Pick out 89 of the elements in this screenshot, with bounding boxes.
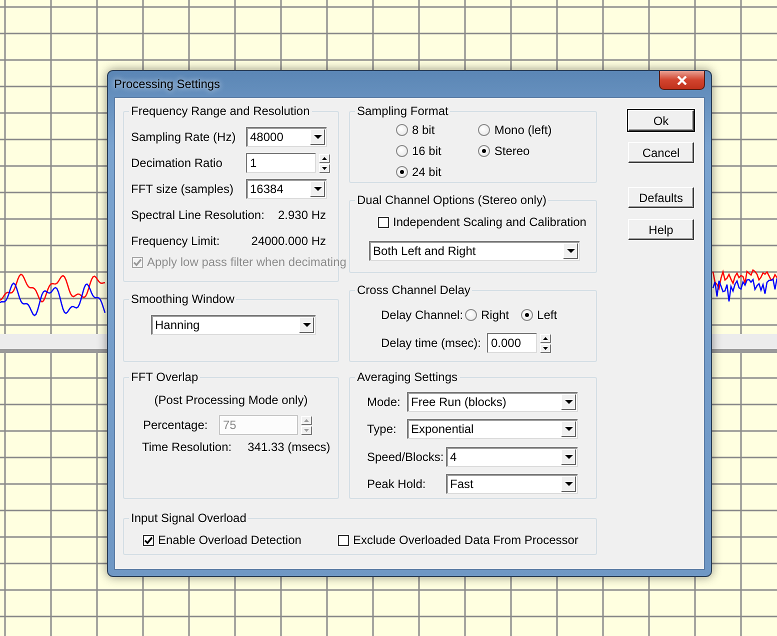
dropdown-button[interactable] bbox=[561, 394, 576, 410]
spin-up-button[interactable] bbox=[540, 334, 551, 342]
caret-icon bbox=[564, 482, 572, 486]
radio-label: Left bbox=[537, 308, 558, 322]
caret-icon bbox=[302, 323, 310, 327]
checkbox-label: Exclude Overloaded Data From Processor bbox=[353, 533, 578, 547]
value-text: 2.930 Hz bbox=[278, 208, 326, 222]
dropdown-button[interactable] bbox=[310, 181, 325, 197]
field-label: Decimation Ratio bbox=[131, 156, 224, 170]
dropdown[interactable]: Hanning bbox=[151, 315, 316, 335]
radio-button[interactable] bbox=[396, 144, 408, 156]
up-arrow-icon bbox=[322, 156, 327, 160]
field-label: Speed/Blocks: bbox=[367, 450, 445, 464]
input-field[interactable]: 0.000 bbox=[487, 333, 537, 353]
dropdown[interactable]: 4 bbox=[446, 446, 578, 467]
dropdown-button[interactable] bbox=[561, 421, 576, 438]
checkbox[interactable] bbox=[378, 216, 389, 228]
dialog-button[interactable]: Ok bbox=[628, 110, 694, 131]
caret-icon bbox=[564, 427, 572, 432]
group-title: Averaging Settings bbox=[356, 370, 459, 384]
dropdown-button[interactable] bbox=[299, 317, 314, 333]
dropdown[interactable]: Exponential bbox=[407, 419, 578, 440]
caret-icon bbox=[564, 400, 572, 404]
field-label: Mode: bbox=[367, 394, 402, 409]
radio-button[interactable] bbox=[465, 308, 477, 320]
field-label: Delay time (msec): bbox=[381, 336, 482, 350]
dropdown-button[interactable] bbox=[310, 129, 325, 145]
down-arrow-icon bbox=[304, 428, 309, 432]
radio-label: Right bbox=[481, 308, 510, 322]
dialog-button[interactable]: Defaults bbox=[628, 187, 694, 208]
checkbox[interactable] bbox=[143, 534, 154, 546]
up-arrow-icon bbox=[543, 336, 548, 340]
close-icon bbox=[677, 76, 687, 84]
dropdown-button[interactable] bbox=[561, 476, 576, 492]
window-title: Processing Settings bbox=[114, 77, 220, 91]
note-text: (Post Processing Mode only) bbox=[153, 393, 309, 407]
spin-down-button[interactable] bbox=[540, 344, 551, 352]
field-label: Time Resolution: bbox=[142, 440, 232, 454]
caret-icon bbox=[564, 454, 572, 459]
caret-icon bbox=[314, 187, 322, 191]
checkbox-label: Apply low pass filter when decimating bbox=[147, 255, 346, 269]
field-label: Delay Channel: bbox=[381, 308, 464, 322]
dropdown[interactable]: 48000 bbox=[246, 127, 327, 147]
group-title: Smoothing Window bbox=[130, 292, 236, 306]
dialog-button[interactable]: Help bbox=[628, 219, 694, 240]
value-text: 341.33 (msecs) bbox=[248, 440, 330, 454]
field-label: Peak Hold: bbox=[367, 477, 427, 492]
group-title: Input Signal Overload bbox=[130, 511, 248, 525]
field-label: Spectral Line Resolution: bbox=[131, 208, 266, 222]
radio-label: 8 bit bbox=[412, 122, 435, 136]
group-title: Cross Channel Delay bbox=[356, 283, 472, 297]
field-label: Type: bbox=[367, 422, 398, 436]
value-text: 24000.000 Hz bbox=[251, 234, 326, 248]
up-arrow-icon bbox=[304, 418, 309, 422]
radio-button[interactable] bbox=[478, 124, 490, 136]
radio-label: Stereo bbox=[494, 144, 530, 158]
radio-label: 16 bit bbox=[412, 144, 442, 158]
radio-button[interactable] bbox=[478, 144, 490, 156]
group-title: Dual Channel Options (Stereo only) bbox=[356, 193, 548, 207]
checkbox-label: Enable Overload Detection bbox=[158, 533, 302, 547]
dialog-button[interactable]: Cancel bbox=[628, 142, 694, 163]
dropdown[interactable]: 16384 bbox=[246, 179, 327, 199]
down-arrow-icon bbox=[543, 346, 548, 350]
radio-label: 24 bit bbox=[412, 164, 442, 178]
field-label: FFT size (samples) bbox=[131, 182, 234, 196]
radio-button[interactable] bbox=[396, 124, 408, 136]
field-label: Percentage: bbox=[143, 418, 209, 432]
group-title: Frequency Range and Resolution bbox=[130, 104, 311, 118]
field-label: Sampling Rate (Hz) bbox=[131, 130, 237, 144]
dropdown[interactable]: Fast bbox=[446, 474, 578, 494]
dropdown[interactable]: Both Left and Right bbox=[369, 241, 580, 261]
dropdown[interactable]: Free Run (blocks) bbox=[407, 392, 578, 412]
dropdown-button[interactable] bbox=[561, 448, 576, 465]
spin-up-button[interactable] bbox=[319, 154, 330, 162]
caret-icon bbox=[314, 135, 322, 139]
radio-button[interactable] bbox=[521, 308, 534, 320]
radio-button[interactable] bbox=[396, 166, 408, 178]
spin-down-button[interactable] bbox=[319, 164, 330, 172]
group-title: Sampling Format bbox=[356, 104, 450, 118]
input-field[interactable]: 1 bbox=[246, 153, 316, 173]
caret-icon bbox=[566, 249, 574, 253]
close-button[interactable] bbox=[659, 71, 705, 90]
down-arrow-icon bbox=[322, 166, 327, 170]
radio-label: Mono (left) bbox=[494, 122, 552, 136]
checkbox[interactable] bbox=[338, 534, 349, 546]
checkbox-label: Independent Scaling and Calibration bbox=[393, 215, 586, 229]
dropdown-button[interactable] bbox=[563, 243, 578, 259]
group-title: FFT Overlap bbox=[130, 370, 200, 384]
field-label: Frequency Limit: bbox=[131, 234, 221, 248]
